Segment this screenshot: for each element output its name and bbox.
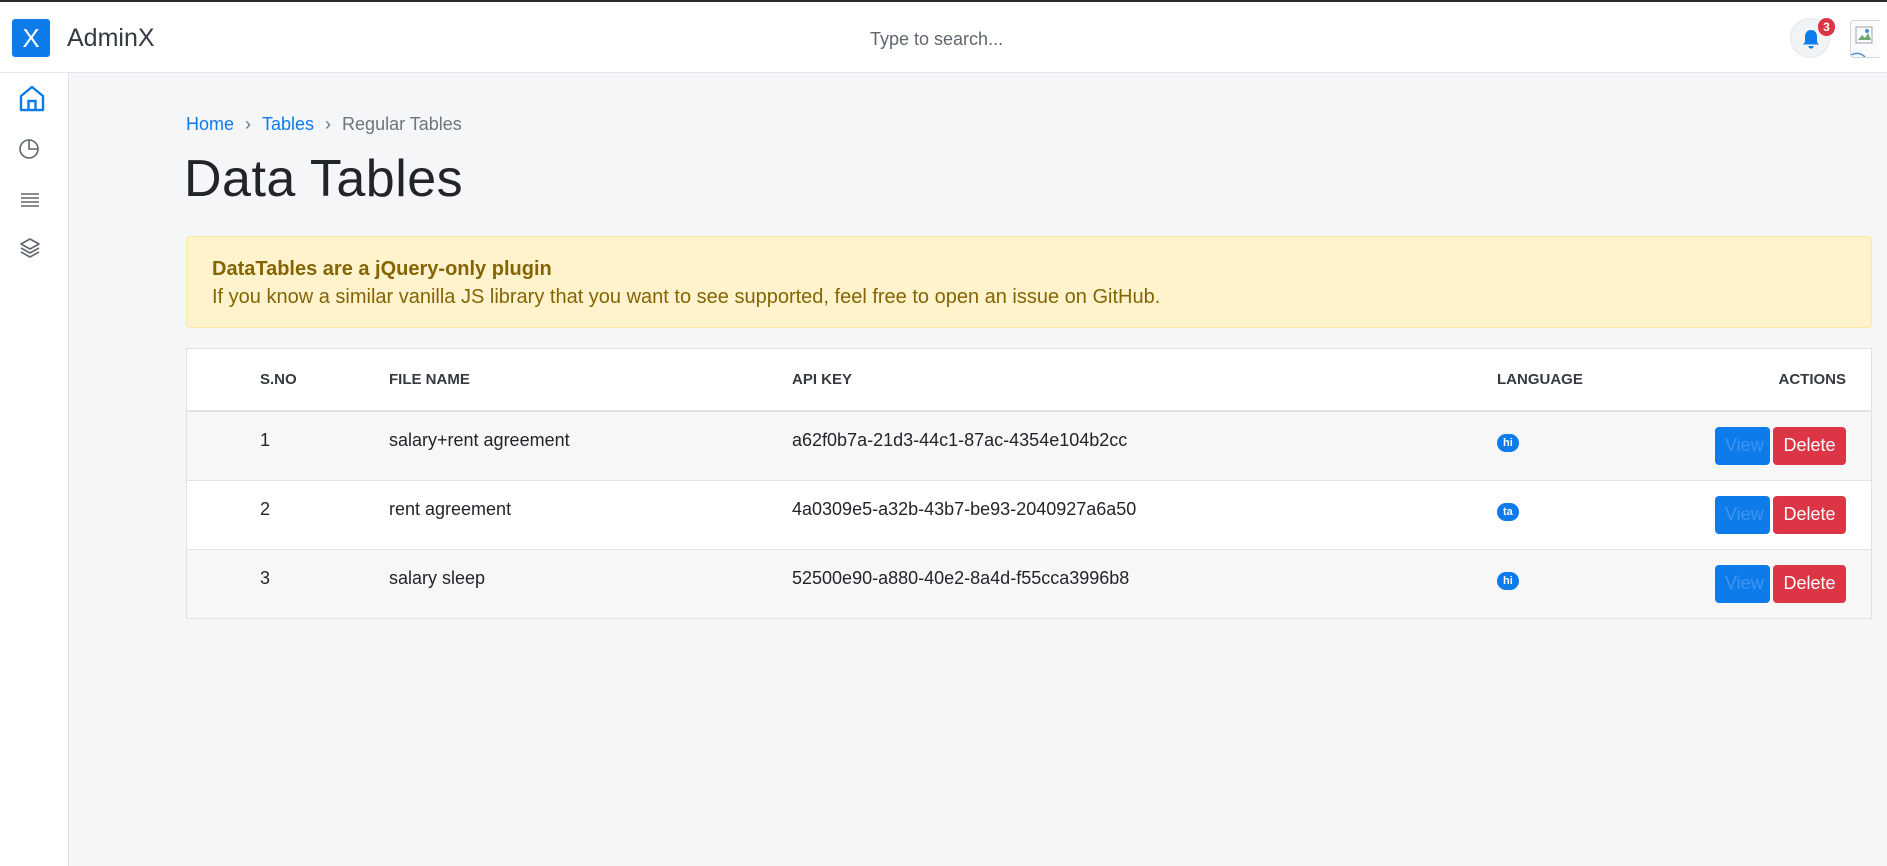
warning-alert: DataTables are a jQuery-only plugin If y…	[186, 236, 1872, 328]
top-navbar: X AdminX 3	[0, 2, 1887, 73]
language-badge: hi	[1497, 571, 1519, 590]
column-header-sno: S.NO	[187, 349, 389, 412]
broken-image-icon	[1851, 26, 1873, 57]
cell-api-key: a62f0b7a-21d3-44c1-87ac-4354e104b2cc	[792, 411, 1497, 481]
breadcrumb-tables[interactable]: Tables	[262, 114, 314, 135]
alert-title: DataTables are a jQuery-only plugin	[212, 258, 552, 280]
column-header-actions: ACTIONS	[1697, 349, 1871, 412]
breadcrumb: Home › Tables › Regular Tables	[186, 114, 462, 135]
home-icon	[19, 85, 45, 112]
delete-button[interactable]: Delete	[1773, 495, 1846, 534]
cell-api-key: 4a0309e5-a32b-43b7-be93-2040927a6a50	[792, 480, 1497, 550]
cell-actions: View Delete	[1697, 549, 1871, 618]
breadcrumb-separator: ›	[245, 114, 252, 134]
cell-file-name: rent agreement	[389, 480, 792, 550]
api-key-text: a62f0b7a-21d3-44c1-87ac-4354e104b2cc	[792, 430, 1128, 451]
cell-language: hi	[1497, 549, 1697, 618]
data-table: S.NO FILE NAME API KEY LANGUAGE ACTIONS …	[187, 349, 1871, 618]
brand-name[interactable]: AdminX	[67, 24, 155, 53]
breadcrumb-current: Regular Tables	[342, 114, 462, 134]
breadcrumb-separator: ›	[325, 114, 332, 134]
sidebar	[0, 73, 69, 866]
language-badge: ta	[1497, 502, 1519, 521]
cell-file-name: salary sleep	[389, 549, 792, 618]
bell-icon	[1803, 30, 1819, 49]
view-button[interactable]: View	[1715, 564, 1770, 603]
cell-sno: 3	[187, 549, 389, 618]
api-key-text: 52500e90-a880-40e2-8a4d-f55cca3996b8	[792, 568, 1130, 589]
table-row: 2 rent agreement 4a0309e5-a32b-43b7-be93…	[187, 480, 1871, 550]
delete-button[interactable]: Delete	[1773, 564, 1846, 603]
delete-button[interactable]: Delete	[1773, 426, 1846, 465]
cell-api-key: 52500e90-a880-40e2-8a4d-f55cca3996b8	[792, 549, 1497, 618]
sidebar-item-tables[interactable]	[17, 185, 47, 215]
breadcrumb-home[interactable]: Home	[186, 114, 234, 135]
sidebar-item-layers[interactable]	[17, 235, 47, 265]
column-header-language: LANGUAGE	[1497, 349, 1697, 412]
sno-text: 1	[260, 430, 271, 451]
search-input[interactable]	[870, 24, 1190, 54]
table-header-row: S.NO FILE NAME API KEY LANGUAGE ACTIONS	[187, 349, 1871, 412]
cell-language: hi	[1497, 411, 1697, 481]
cell-file-name: salary+rent agreement	[389, 411, 792, 481]
sno-text: 2	[260, 499, 271, 519]
cell-sno: 1	[187, 411, 389, 481]
page-title: Data Tables	[184, 150, 464, 208]
cell-sno: 2	[187, 480, 389, 550]
cell-actions: View Delete	[1697, 480, 1871, 550]
view-button[interactable]: View	[1715, 495, 1770, 534]
file-name-text: salary sleep	[389, 568, 486, 589]
pie-chart-icon	[19, 139, 39, 159]
list-icon	[21, 193, 39, 207]
view-button[interactable]: View	[1715, 426, 1770, 465]
table-row: 3 salary sleep 52500e90-a880-40e2-8a4d-f…	[187, 549, 1871, 618]
column-header-file-name: FILE NAME	[389, 349, 792, 412]
sidebar-item-charts[interactable]	[17, 135, 47, 165]
sno-text: 3	[260, 568, 271, 589]
notification-count-badge: 3	[1818, 18, 1835, 36]
table-row: 1 salary+rent agreement a62f0b7a-21d3-44…	[187, 411, 1871, 481]
cell-actions: View Delete	[1697, 411, 1871, 481]
sidebar-item-home[interactable]	[17, 83, 47, 113]
alert-body: If you know a similar vanilla JS library…	[212, 286, 1161, 308]
main-content: Home › Tables › Regular Tables Data Tabl…	[69, 73, 1887, 866]
file-name-text: salary+rent agreement	[389, 430, 570, 451]
file-name-text: rent agreement	[389, 499, 512, 519]
layers-icon	[20, 238, 40, 258]
avatar[interactable]	[1850, 20, 1880, 58]
data-table-card: S.NO FILE NAME API KEY LANGUAGE ACTIONS …	[186, 348, 1872, 619]
api-key-text: 4a0309e5-a32b-43b7-be93-2040927a6a50	[792, 499, 1137, 519]
cell-language: ta	[1497, 480, 1697, 550]
language-badge: hi	[1497, 433, 1519, 452]
logo[interactable]: X	[12, 19, 50, 57]
column-header-api-key: API KEY	[792, 349, 1497, 412]
